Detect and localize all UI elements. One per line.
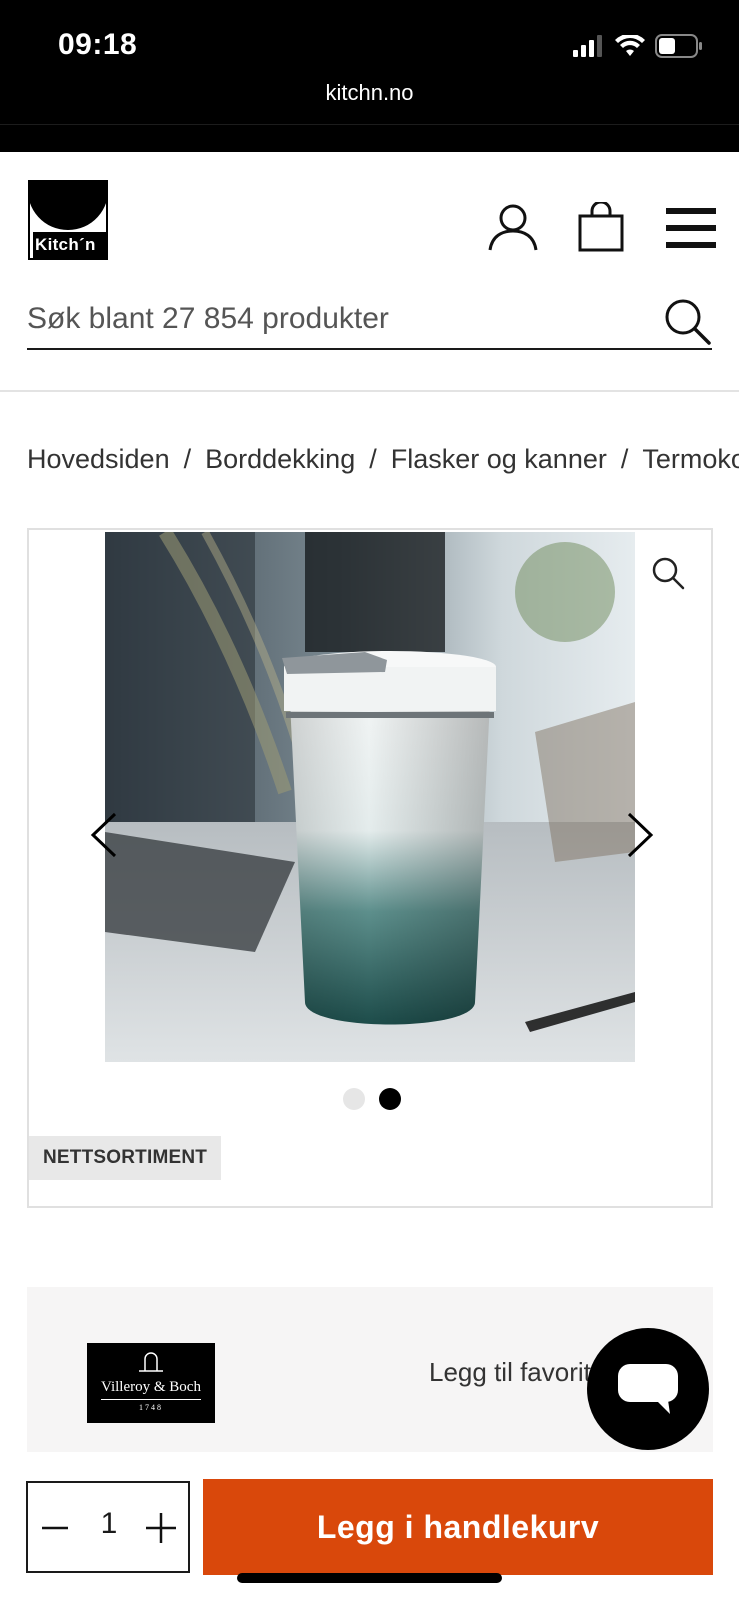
logo-text: Kitch´n (33, 232, 106, 258)
brand-divider (101, 1399, 201, 1400)
status-time: 09:18 (58, 28, 138, 61)
status-icons (573, 34, 703, 58)
product-image[interactable] (105, 532, 635, 1062)
breadcrumb-separator: / (369, 444, 377, 474)
home-indicator (237, 1573, 502, 1583)
battery-icon (655, 34, 702, 58)
breadcrumb-separator: / (183, 444, 192, 474)
plus-icon[interactable] (144, 1511, 178, 1545)
site-header: Kitch´n (0, 152, 739, 392)
breadcrumb-item-termokopper[interactable]: Termokopper (642, 444, 739, 474)
status-bar: 09:18 kitchn.no (0, 0, 739, 152)
brand-name: Villeroy & Boch (101, 1379, 201, 1395)
search-icon[interactable] (662, 296, 712, 346)
breadcrumb: Hovedsiden / Borddekking / Flasker og kanner… (27, 444, 739, 475)
hamburger-menu-icon[interactable] (666, 208, 716, 248)
browser-url[interactable]: kitchn.no (0, 80, 739, 106)
status-divider (0, 124, 739, 125)
search-input[interactable] (27, 290, 627, 348)
breadcrumb-separator: / (620, 444, 629, 474)
user-icon[interactable] (488, 202, 538, 252)
breadcrumb-item-home[interactable]: Hovedsiden (27, 444, 170, 474)
product-gallery: NETTSORTIMENT (27, 528, 713, 1208)
add-to-cart-button[interactable]: Legg i handlekurv (203, 1479, 713, 1575)
chevron-right-icon[interactable] (625, 812, 655, 858)
quantity-stepper: 1 (26, 1481, 190, 1573)
shopping-bag-icon[interactable] (578, 202, 624, 252)
wifi-icon (615, 35, 645, 56)
carousel-dot-active[interactable] (379, 1088, 401, 1110)
chevron-left-icon[interactable] (89, 812, 119, 858)
brand-logo[interactable]: Villeroy & Boch 1748 (87, 1343, 215, 1423)
breadcrumb-item-flasker[interactable]: Flasker og kanner (391, 444, 607, 474)
chat-button[interactable] (587, 1328, 709, 1450)
kitchn-logo[interactable]: Kitch´n (28, 180, 108, 260)
brand-crown-icon (139, 1352, 163, 1372)
quantity-value[interactable]: 1 (84, 1507, 134, 1541)
minus-icon[interactable] (40, 1513, 70, 1543)
add-to-favorites-link[interactable]: Legg til favoritter (429, 1357, 599, 1388)
status-badge: NETTSORTIMENT (29, 1136, 222, 1180)
carousel-dots (29, 1088, 715, 1110)
carousel-dot[interactable] (343, 1088, 365, 1110)
search-bar (27, 290, 712, 350)
chat-bubble-icon (618, 1364, 678, 1414)
logo-bowl-icon (30, 182, 106, 231)
breadcrumb-item-borddekking[interactable]: Borddekking (205, 444, 355, 474)
signal-icon (573, 35, 602, 57)
zoom-icon[interactable] (651, 556, 685, 590)
brand-year: 1748 (139, 1403, 163, 1412)
